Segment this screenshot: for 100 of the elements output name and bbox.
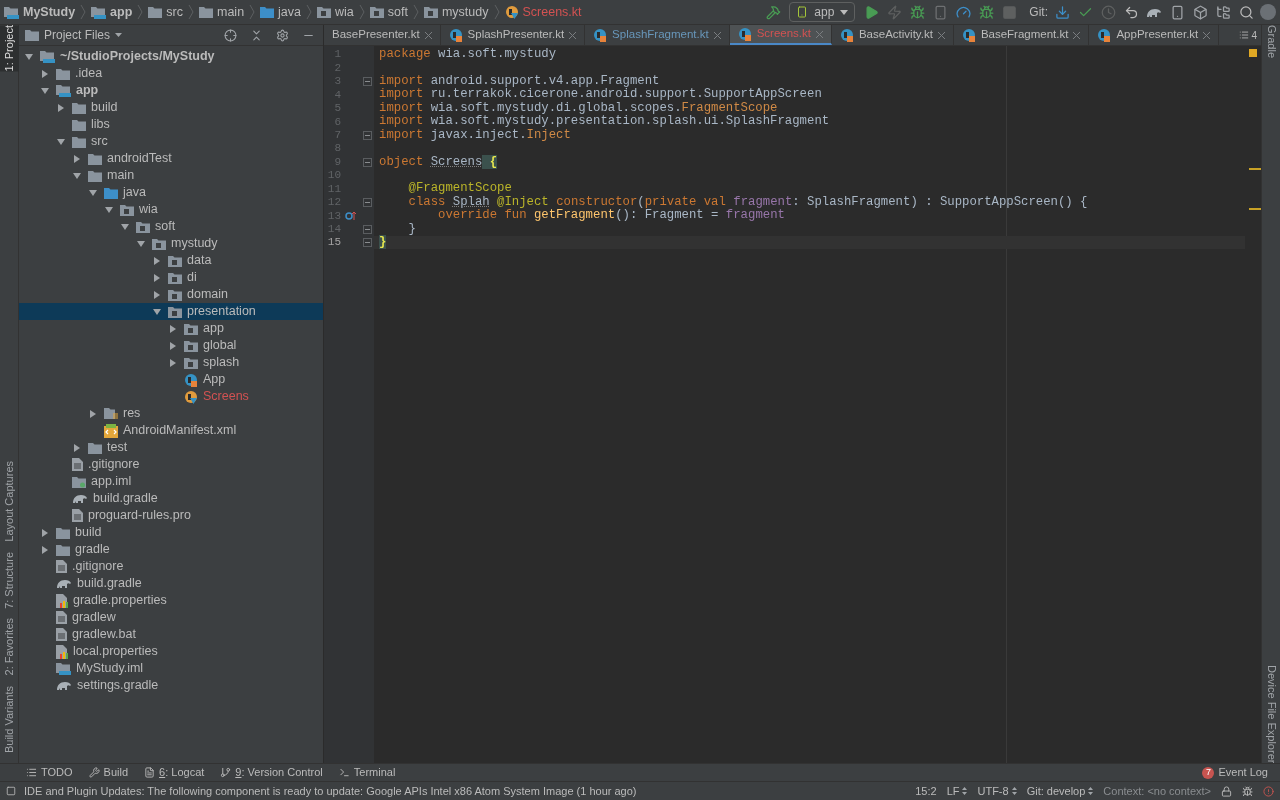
tree-item[interactable]: java (19, 184, 323, 201)
editor-tab[interactable]: SplashFragment.kt (585, 25, 730, 45)
fold-marker-icon[interactable] (363, 238, 372, 248)
context-widget[interactable]: Context: <no context> (1103, 782, 1211, 800)
tool-window-tab[interactable]: 1: Project (0, 25, 19, 72)
tree-item[interactable]: app.iml (19, 473, 323, 490)
tree-item[interactable]: build (19, 524, 323, 541)
tree-item[interactable]: res (19, 405, 323, 422)
tree-item[interactable]: AndroidManifest.xml (19, 422, 323, 439)
tool-window-button[interactable]: TODO (26, 764, 73, 781)
collapse-arrow-icon[interactable] (153, 256, 161, 265)
collapse-arrow-icon[interactable] (169, 341, 177, 350)
collapse-arrow-icon[interactable] (153, 273, 161, 282)
tree-item[interactable]: proguard-rules.pro (19, 507, 323, 524)
editor-tab[interactable]: BasePresenter.kt (324, 25, 441, 45)
tree-item[interactable]: .gitignore (19, 456, 323, 473)
tool-window-tab[interactable]: 7: Structure (0, 551, 19, 609)
breadcrumb-item[interactable]: MyStudy (4, 2, 76, 22)
collapse-arrow-icon[interactable] (41, 69, 49, 78)
close-icon[interactable] (424, 31, 432, 39)
expand-arrow-icon[interactable] (73, 171, 81, 180)
bug-icon[interactable] (1242, 785, 1253, 797)
breadcrumb-item[interactable]: main (199, 2, 245, 22)
tree-item[interactable]: libs (19, 116, 323, 133)
close-icon[interactable] (569, 31, 577, 39)
expand-arrow-icon[interactable] (121, 222, 129, 231)
close-icon[interactable] (713, 31, 721, 39)
status-widget[interactable]: Git: develop (1026, 782, 1094, 800)
tab-overflow[interactable]: 4 (1239, 25, 1261, 45)
expand-arrow-icon[interactable] (137, 239, 145, 248)
editor-tab[interactable]: AppPresenter.kt (1089, 25, 1220, 45)
tree-item[interactable]: presentation (19, 303, 323, 320)
tree-item[interactable]: gradlew (19, 609, 323, 626)
close-icon[interactable] (1203, 31, 1211, 39)
tree-item[interactable]: androidTest (19, 150, 323, 167)
collapse-arrow-icon[interactable] (89, 409, 97, 418)
collapse-arrow-icon[interactable] (153, 290, 161, 299)
tree-item[interactable]: app (19, 320, 323, 337)
run-config-dropdown[interactable]: app (789, 2, 856, 22)
close-icon[interactable] (937, 31, 945, 39)
tree-item[interactable]: data (19, 252, 323, 269)
tree-item[interactable]: settings.gradle (19, 677, 323, 694)
fold-marker-icon[interactable] (363, 157, 372, 167)
collapse-arrow-icon[interactable] (41, 528, 49, 537)
event-log-button[interactable]: 7 Event Log (1202, 764, 1268, 781)
collapse-arrow-icon[interactable] (41, 545, 49, 554)
tree-item[interactable]: App (19, 371, 323, 388)
editor-tab[interactable]: BaseFragment.kt (953, 25, 1090, 45)
tree-item[interactable]: wia (19, 201, 323, 218)
fold-marker-icon[interactable] (363, 130, 372, 140)
tool-window-button[interactable]: 6: Logcat (144, 764, 205, 781)
status-widget[interactable]: LF (946, 782, 968, 800)
tree-item[interactable]: .idea (19, 65, 323, 82)
tree-item[interactable]: global (19, 337, 323, 354)
expand-arrow-icon[interactable] (41, 86, 49, 95)
fold-marker-icon[interactable] (363, 224, 372, 234)
breadcrumb-item[interactable]: mystudy (423, 2, 489, 22)
tree-item[interactable]: ~/StudioProjects/MyStudy (19, 48, 323, 65)
status-widget[interactable]: UTF-8 (977, 782, 1017, 800)
tree-item[interactable]: src (19, 133, 323, 150)
breadcrumb-item[interactable]: src (148, 2, 183, 22)
avatar[interactable] (1260, 4, 1276, 20)
tree-item[interactable]: soft (19, 218, 323, 235)
fold-marker-icon[interactable] (363, 77, 372, 87)
tool-window-button[interactable]: 9: Version Control (220, 764, 323, 781)
tree-item[interactable]: build (19, 99, 323, 116)
tool-window-tab[interactable]: 2: Favorites (0, 618, 19, 676)
collapse-arrow-icon[interactable] (169, 324, 177, 333)
breadcrumb-item[interactable]: java (260, 2, 302, 22)
tool-window-button[interactable]: Terminal (338, 764, 396, 781)
tree-item[interactable]: gradle (19, 541, 323, 558)
alert-icon[interactable] (1263, 785, 1274, 797)
tree-item[interactable]: di (19, 269, 323, 286)
expand-arrow-icon[interactable] (57, 137, 65, 146)
tool-window-button[interactable]: Build (88, 764, 129, 781)
tree-item[interactable]: test (19, 439, 323, 456)
collapse-arrow-icon[interactable] (73, 443, 81, 452)
tool-window-tab[interactable]: Layout Captures (0, 460, 19, 542)
view-dropdown[interactable]: Project Files (25, 26, 123, 44)
tool-window-tab[interactable]: Build Variants (0, 685, 19, 753)
tool-window-tab[interactable]: Gradle (1262, 25, 1280, 59)
tree-item[interactable]: splash (19, 354, 323, 371)
override-marker-icon[interactable] (345, 211, 357, 221)
tree-item[interactable]: build.gradle (19, 575, 323, 592)
collapse-arrow-icon[interactable] (169, 358, 177, 367)
tree-item[interactable]: local.properties (19, 643, 323, 660)
tool-window-tab[interactable]: Device File Explorer (1262, 664, 1280, 763)
expand-arrow-icon[interactable] (89, 188, 97, 197)
tree-item[interactable]: domain (19, 286, 323, 303)
editor-tab[interactable]: BaseActivity.kt (831, 25, 954, 45)
expand-arrow-icon[interactable] (105, 205, 113, 214)
tree-item[interactable]: gradle.properties (19, 592, 323, 609)
tree-item[interactable]: app (19, 82, 323, 99)
panel-toggle-icon[interactable] (6, 786, 16, 796)
tree-item[interactable]: gradlew.bat (19, 626, 323, 643)
tree-item[interactable]: main (19, 167, 323, 184)
close-icon[interactable] (1073, 31, 1081, 39)
collapse-arrow-icon[interactable] (73, 154, 81, 163)
lock-icon[interactable] (1221, 785, 1232, 797)
breadcrumb-item[interactable]: wia (317, 2, 354, 22)
